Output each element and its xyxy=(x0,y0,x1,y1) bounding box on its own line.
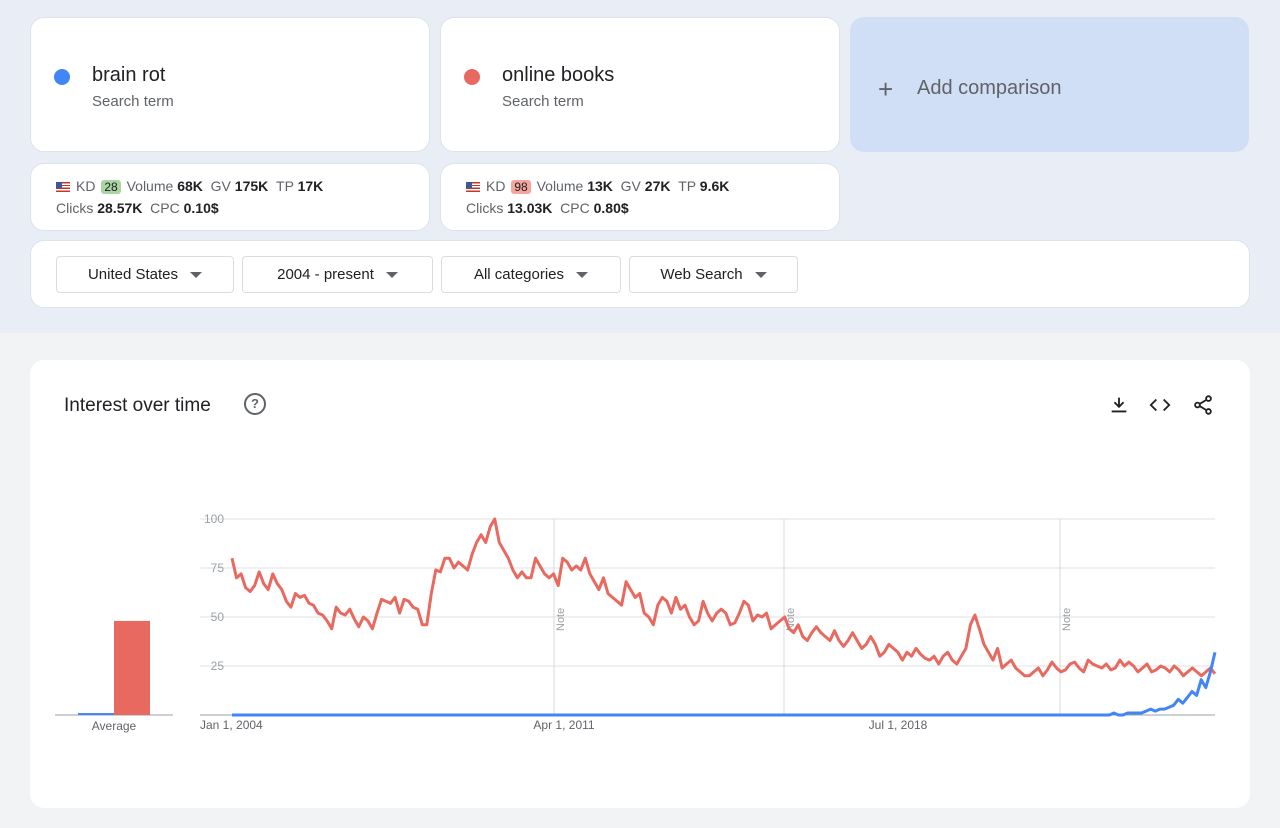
volume-label: Volume xyxy=(536,178,584,194)
search-type-dropdown[interactable]: Web Search xyxy=(629,256,798,293)
clicks-label: Clicks xyxy=(56,200,94,216)
cpc-value: 0.10$ xyxy=(183,200,219,216)
caret-down-icon xyxy=(576,271,589,278)
tp-value: 17K xyxy=(297,178,324,194)
region-dropdown-label: United States xyxy=(87,266,179,283)
series-line-brain-rot xyxy=(232,651,1217,717)
y-tick-label: 100 xyxy=(204,512,224,526)
volume-value: 68K xyxy=(177,178,203,194)
tp-value: 9.6K xyxy=(699,178,730,194)
gv-value: 175K xyxy=(234,178,269,194)
add-comparison-label: Add comparison xyxy=(917,77,1062,99)
term-card-online-books[interactable]: online books Search term xyxy=(440,17,840,152)
search-type-dropdown-label: Web Search xyxy=(660,266,743,283)
x-tick-label: Jul 1, 2018 xyxy=(869,718,928,732)
gv-value: 27K xyxy=(644,178,671,194)
term-subtitle: Search term xyxy=(502,93,584,110)
caret-down-icon xyxy=(754,271,767,278)
series-line-online-books xyxy=(230,517,1217,678)
interest-chart: 100755025Note Note NoteJan 1, 2004 Apr 1, 2… xyxy=(55,512,1217,733)
interest-over-time-card: Interest over time ? 100 75 50 25 Note Note No… xyxy=(30,360,1250,808)
tp-label: TP xyxy=(276,178,294,194)
term-name[interactable]: online books xyxy=(502,64,614,87)
us-flag-icon xyxy=(466,182,480,192)
x-tick-label: Jan 1, 2004 xyxy=(200,718,263,732)
kd-label: KD xyxy=(486,178,506,194)
note-label: Note xyxy=(1061,608,1073,631)
filter-bar: United States 2004 - present All categor… xyxy=(30,240,1250,308)
cpc-value: 0.80$ xyxy=(593,200,629,216)
add-comparison-button[interactable]: + Add comparison xyxy=(850,17,1249,152)
y-tick-label: 75 xyxy=(211,561,225,575)
gv-label: GV xyxy=(210,178,231,194)
keyword-metrics-brain-rot: KD 28 Volume 68K GV 175K TP 17K Clicks 2… xyxy=(30,163,430,231)
category-dropdown-label: All categories xyxy=(473,266,565,283)
kd-badge: 28 xyxy=(101,180,121,194)
us-flag-icon xyxy=(56,182,70,192)
volume-label: Volume xyxy=(126,178,174,194)
cpc-label: CPC xyxy=(560,200,590,216)
average-label: Average xyxy=(92,719,137,733)
y-tick-label: 25 xyxy=(211,659,225,673)
caret-down-icon xyxy=(385,271,398,278)
tp-label: TP xyxy=(678,178,696,194)
caret-down-icon xyxy=(190,271,203,278)
keyword-metrics-online-books: KD 98 Volume 13K GV 27K TP 9.6K Clicks 1… xyxy=(440,163,840,231)
cpc-label: CPC xyxy=(150,200,180,216)
plus-icon: + xyxy=(878,74,894,104)
x-tick-label: Apr 1, 2011 xyxy=(533,718,594,732)
series-color-dot xyxy=(54,69,70,85)
average-bar xyxy=(114,620,150,715)
clicks-label: Clicks xyxy=(466,200,504,216)
term-subtitle: Search term xyxy=(92,93,174,110)
clicks-value: 28.57K xyxy=(97,200,143,216)
y-tick-label: 50 xyxy=(211,610,225,624)
clicks-value: 13.03K xyxy=(507,200,553,216)
region-dropdown[interactable]: United States xyxy=(56,256,234,293)
volume-value: 13K xyxy=(587,178,613,194)
kd-label: KD xyxy=(76,178,96,194)
average-bar xyxy=(78,713,114,715)
category-dropdown[interactable]: All categories xyxy=(441,256,621,293)
kd-badge: 98 xyxy=(511,180,531,194)
term-name[interactable]: brain rot xyxy=(92,64,165,87)
series-color-dot xyxy=(464,69,480,85)
note-label: Note xyxy=(555,608,567,631)
time-range-dropdown[interactable]: 2004 - present xyxy=(242,256,433,293)
gv-label: GV xyxy=(620,178,641,194)
time-range-dropdown-label: 2004 - present xyxy=(277,266,374,283)
term-card-brain-rot[interactable]: brain rot Search term xyxy=(30,17,430,152)
